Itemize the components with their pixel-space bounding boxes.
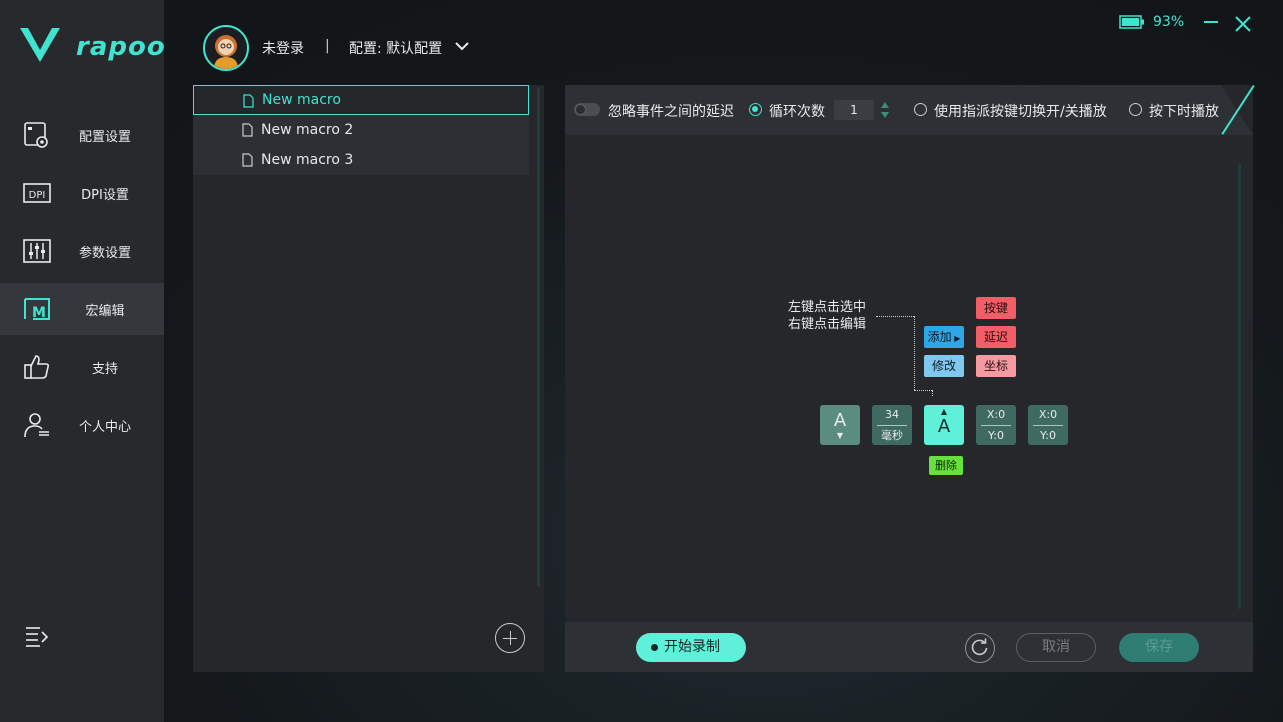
toggle-by-key-radio[interactable] — [914, 103, 927, 116]
play-while-pressed-label: 按下时播放 — [1149, 104, 1219, 120]
file-icon — [243, 94, 254, 108]
add-macro-button[interactable] — [495, 623, 525, 653]
loop-count-radio[interactable] — [749, 103, 762, 116]
sidebar-item-profile[interactable]: 配置设置 — [0, 109, 164, 161]
macro-list-item[interactable]: New macro — [193, 85, 529, 115]
event-delay-unit: 毫秒 — [881, 429, 903, 442]
hint-line: 左键点击选中 — [788, 300, 867, 315]
sidebar-item-params[interactable]: 参数设置 — [0, 225, 164, 277]
arrow-up-icon: ▲ — [940, 407, 948, 416]
reset-button[interactable] — [965, 633, 995, 663]
thumbs-up-icon — [24, 355, 50, 379]
loop-count-label: 循环次数 — [769, 104, 825, 120]
macro-list-panel: New macro New macro 2 New macro 3 — [193, 85, 544, 672]
macro-name: New macro — [262, 92, 341, 108]
profile-settings-icon — [24, 122, 48, 148]
ignore-delay-toggle[interactable] — [574, 103, 600, 116]
svg-text:M: M — [32, 305, 46, 321]
chevron-down-icon[interactable] — [455, 41, 469, 51]
user-icon — [24, 413, 49, 438]
cancel-button[interactable]: 取消 — [1016, 633, 1096, 662]
arrow-down-icon: ▼ — [836, 431, 844, 440]
sidebar-item-label: 个人中心 — [78, 419, 131, 435]
sliders-icon — [23, 239, 51, 263]
event-key-label: A — [833, 410, 847, 431]
delete-event-button[interactable]: 删除 — [929, 456, 963, 475]
event-coord-x: X:0 — [1038, 408, 1058, 421]
editor-bottom-bar: 开始录制 取消 保存 — [565, 622, 1253, 672]
sidebar-item-account[interactable]: 个人中心 — [0, 399, 164, 451]
brand-name: rapoo — [76, 32, 166, 62]
sidebar-item-label: 支持 — [91, 361, 118, 377]
event-coord[interactable]: X:0 Y:0 — [1028, 405, 1068, 445]
macro-name: New macro 2 — [261, 122, 354, 138]
file-icon — [242, 123, 253, 137]
event-delay-value: 34 — [885, 408, 899, 421]
modify-event-button[interactable]: 修改 — [924, 355, 964, 377]
sidebar-item-label: DPI设置 — [81, 187, 129, 203]
event-key-up[interactable]: ▲ A — [924, 405, 964, 445]
start-recording-button[interactable]: 开始录制 — [636, 633, 746, 662]
add-delay-button[interactable]: 延迟 — [976, 326, 1016, 348]
avatar-image — [214, 35, 238, 69]
minimize-icon[interactable] — [1201, 12, 1221, 32]
dpi-icon: DPI — [23, 183, 51, 203]
file-icon — [242, 153, 253, 167]
sidebar: rapoo 配置设置 DPI DPI设置 参数设置 M 宏编辑 支持 个人中心 — [0, 0, 165, 722]
editor-toolbar: 忽略事件之间的延迟 循环次数 1 使用指派按键切换开/关播放 按下时播放 — [565, 85, 1255, 135]
battery-icon — [1119, 15, 1144, 29]
event-coord[interactable]: X:0 Y:0 — [976, 405, 1016, 445]
avatar[interactable] — [203, 25, 249, 71]
profile-selector[interactable]: 配置: 默认配置 — [349, 38, 442, 58]
rapoo-logo: rapoo — [18, 26, 165, 66]
svg-text:DPI: DPI — [29, 190, 46, 201]
loop-count-input[interactable]: 1 — [834, 100, 874, 120]
logo-v-icon — [20, 28, 60, 62]
add-coord-button[interactable]: 坐标 — [976, 355, 1016, 377]
refresh-icon — [971, 638, 988, 656]
add-event-button[interactable]: 添加 ▶ — [924, 326, 964, 348]
menu-collapse-icon[interactable] — [24, 624, 50, 648]
usage-hint: 左键点击选中 右键点击编辑 — [788, 299, 866, 333]
close-icon[interactable] — [1233, 14, 1253, 34]
play-while-pressed-radio[interactable] — [1129, 103, 1142, 116]
macro-list-scrollbar[interactable] — [537, 87, 540, 587]
loop-count-stepper-icon[interactable] — [879, 100, 891, 120]
header-separator: | — [325, 38, 330, 54]
macro-name: New macro 3 — [261, 152, 354, 168]
editor-scrollbar[interactable] — [1238, 163, 1241, 609]
add-key-button[interactable]: 按键 — [976, 297, 1016, 319]
macro-list-item[interactable]: New macro 3 — [193, 145, 529, 175]
sidebar-item-support[interactable]: 支持 — [0, 341, 164, 393]
macro-icon: M — [24, 298, 50, 321]
sidebar-item-label: 宏编辑 — [85, 303, 125, 319]
macro-list-item[interactable]: New macro 2 — [193, 115, 529, 145]
hint-line: 右键点击编辑 — [788, 317, 867, 332]
toggle-by-key-label: 使用指派按键切换开/关播放 — [934, 104, 1107, 120]
login-status[interactable]: 未登录 — [262, 38, 304, 58]
save-button[interactable]: 保存 — [1119, 633, 1199, 662]
event-key-down[interactable]: A ▼ — [820, 405, 860, 445]
macro-editor: 忽略事件之间的延迟 循环次数 1 使用指派按键切换开/关播放 按下时播放 左键点… — [565, 85, 1255, 672]
sidebar-item-dpi[interactable]: DPI DPI设置 — [0, 167, 164, 219]
event-coord-y: Y:0 — [988, 429, 1004, 442]
event-key-label: A — [937, 416, 951, 437]
event-coord-x: X:0 — [986, 408, 1006, 421]
sidebar-item-macro[interactable]: M 宏编辑 — [0, 283, 164, 335]
record-dot-icon — [651, 644, 658, 651]
ignore-delay-label: 忽略事件之间的延迟 — [608, 104, 734, 120]
sidebar-item-label: 配置设置 — [78, 129, 131, 145]
event-coord-y: Y:0 — [1040, 429, 1056, 442]
battery-percentage: 93% — [1153, 14, 1185, 30]
sidebar-item-label: 参数设置 — [78, 245, 131, 261]
event-delay[interactable]: 34 毫秒 — [872, 405, 912, 445]
